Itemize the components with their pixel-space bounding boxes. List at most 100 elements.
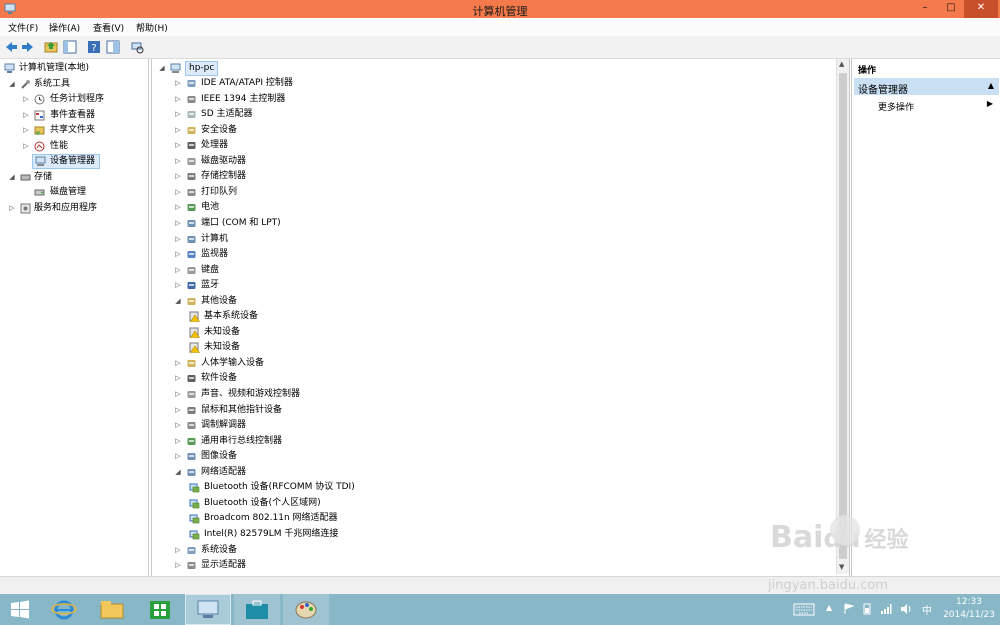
back-arrow-icon[interactable] [4,40,18,54]
expand-icon[interactable]: ▷ [174,263,182,278]
flag-icon[interactable] [843,603,855,615]
more-actions[interactable]: 更多操作 ▶ [854,98,999,113]
expand-icon[interactable]: ▷ [174,278,182,293]
menu-view[interactable]: 查看(V) [93,21,124,34]
expand-icon[interactable]: ▷ [22,92,30,107]
expand-icon[interactable]: ▷ [174,92,182,107]
folder-up-icon[interactable] [44,40,58,54]
expand-icon[interactable]: ▷ [174,232,182,247]
clock[interactable]: 12:33 2014/11/23 [943,596,995,622]
device-category-icon [187,453,196,461]
scroll-up-icon[interactable]: ▲ [839,60,844,68]
menu-help[interactable]: 帮助(H) [136,21,168,34]
tree-label: 性能 [50,141,69,151]
tree-item-performance[interactable]: ▷ 性能 [22,139,146,154]
expand-icon[interactable]: ▷ [22,108,30,123]
expand-icon[interactable]: ▷ [174,185,182,200]
network-adapter-icon [189,499,200,509]
expand-icon[interactable]: ▷ [174,371,182,386]
collapse-icon[interactable]: ◢ [158,61,166,76]
tree-label: 系统工具 [34,79,71,89]
menu-file[interactable]: 文件(F) [8,21,38,34]
store-icon[interactable] [146,594,174,625]
expand-icon[interactable]: ▷ [174,387,182,402]
properties-icon[interactable] [106,40,120,54]
device-label: 磁盘驱动器 [201,155,247,166]
tree-services[interactable]: ▷ 服务和应用程序 [8,201,146,216]
volume-icon[interactable] [900,603,912,615]
start-windows-icon[interactable] [8,594,32,625]
tree-storage[interactable]: ◢ 存储 [8,170,146,185]
unknown-device-warning-icon [189,311,200,323]
device-label: 未知设备 [204,326,241,337]
tree-label: 事件查看器 [50,110,96,120]
clock-date: 2014/11/23 [943,610,995,620]
expand-icon[interactable]: ▷ [174,138,182,153]
expand-icon[interactable]: ▷ [22,123,30,138]
close-button[interactable]: ✕ [964,0,998,18]
expand-icon[interactable]: ▷ [174,449,182,464]
expand-icon[interactable]: ▷ [174,418,182,433]
expand-icon[interactable]: ▷ [174,247,182,262]
scan-hardware-icon[interactable] [130,40,144,54]
collapse-icon[interactable]: ◢ [174,465,182,480]
scroll-thumb[interactable] [839,73,847,559]
expand-icon[interactable]: ▷ [174,356,182,371]
scroll-down-icon[interactable]: ▼ [839,563,844,571]
tree-system-tools[interactable]: ◢ 系统工具 [8,77,146,92]
expand-icon[interactable]: ▷ [174,154,182,169]
device-label: 鼠标和其他指针设备 [201,404,283,415]
tree-item-event-viewer[interactable]: ▷ 事件查看器 [22,108,146,123]
device-label: 处理器 [201,140,229,151]
collapse-icon[interactable]: ◢ [8,77,16,92]
expand-icon[interactable]: ▷ [174,403,182,418]
taskbar: ▲ 中 12:33 2014/11/23 [0,594,1000,625]
expand-icon[interactable]: ▷ [174,558,182,573]
tree-item-disk-management[interactable]: 磁盘管理 [34,185,146,200]
expand-icon[interactable]: ▷ [174,76,182,91]
taskbar-computer-management[interactable] [185,594,231,625]
expand-icon[interactable]: ▷ [174,123,182,138]
tree-label: 磁盘管理 [50,187,87,197]
ime-indicator[interactable]: 中 [922,602,932,617]
forward-arrow-icon[interactable] [21,40,35,54]
taskbar-briefcase[interactable] [234,594,280,625]
network-adapter-icon [189,483,200,493]
tree-root-label: 计算机管理(本地) [19,63,90,73]
help-icon[interactable]: ? [87,40,101,54]
tree-item-shared-folders[interactable]: ▷ 共享文件夹 [22,123,146,138]
expand-icon[interactable]: ▷ [174,543,182,558]
expand-icon[interactable]: ▷ [174,216,182,231]
tree-item-device-manager[interactable]: 设备管理器 [32,154,100,169]
device-label: 人体学输入设备 [201,357,265,368]
keyboard-icon[interactable] [793,603,815,616]
show-hide-tree-icon[interactable] [63,40,77,54]
tree-root[interactable]: 计算机管理(本地) [3,61,143,76]
maximize-button[interactable]: □ [938,0,964,18]
battery-icon[interactable] [861,603,873,615]
minimize-button[interactable]: – [912,0,938,18]
collapse-icon[interactable]: ◢ [174,294,182,309]
expand-icon[interactable]: ▷ [174,434,182,449]
expand-icon[interactable]: ▷ [174,169,182,184]
actions-section-device-manager[interactable]: 设备管理器 ▲ [854,78,999,96]
expand-icon[interactable]: ▷ [8,201,16,216]
device-label: Bluetooth 设备(个人区域网) [204,497,321,508]
tree-item-task-scheduler[interactable]: ▷ 任务计划程序 [22,92,146,107]
taskbar-paint[interactable] [283,594,329,625]
actions-pane: 操作 设备管理器 ▲ 更多操作 ▶ [851,59,1000,576]
show-hidden-icons-icon[interactable]: ▲ [826,603,832,612]
expand-icon[interactable]: ▷ [174,107,182,122]
internet-explorer-icon[interactable] [50,594,78,625]
expand-icon[interactable]: ▷ [22,139,30,154]
collapse-icon[interactable]: ◢ [8,170,16,185]
collapse-section-icon[interactable]: ▲ [988,81,994,90]
expand-icon[interactable]: ▷ [174,200,182,215]
vertical-scrollbar[interactable]: ▲ ▼ [836,59,849,574]
tree-label: 存储 [34,172,53,182]
network-icon[interactable] [880,603,892,615]
file-explorer-icon[interactable] [98,594,126,625]
device-category-icon [187,188,196,196]
menu-action[interactable]: 操作(A) [49,21,80,34]
menu-bar: 文件(F) 操作(A) 查看(V) 帮助(H) [0,18,1000,36]
